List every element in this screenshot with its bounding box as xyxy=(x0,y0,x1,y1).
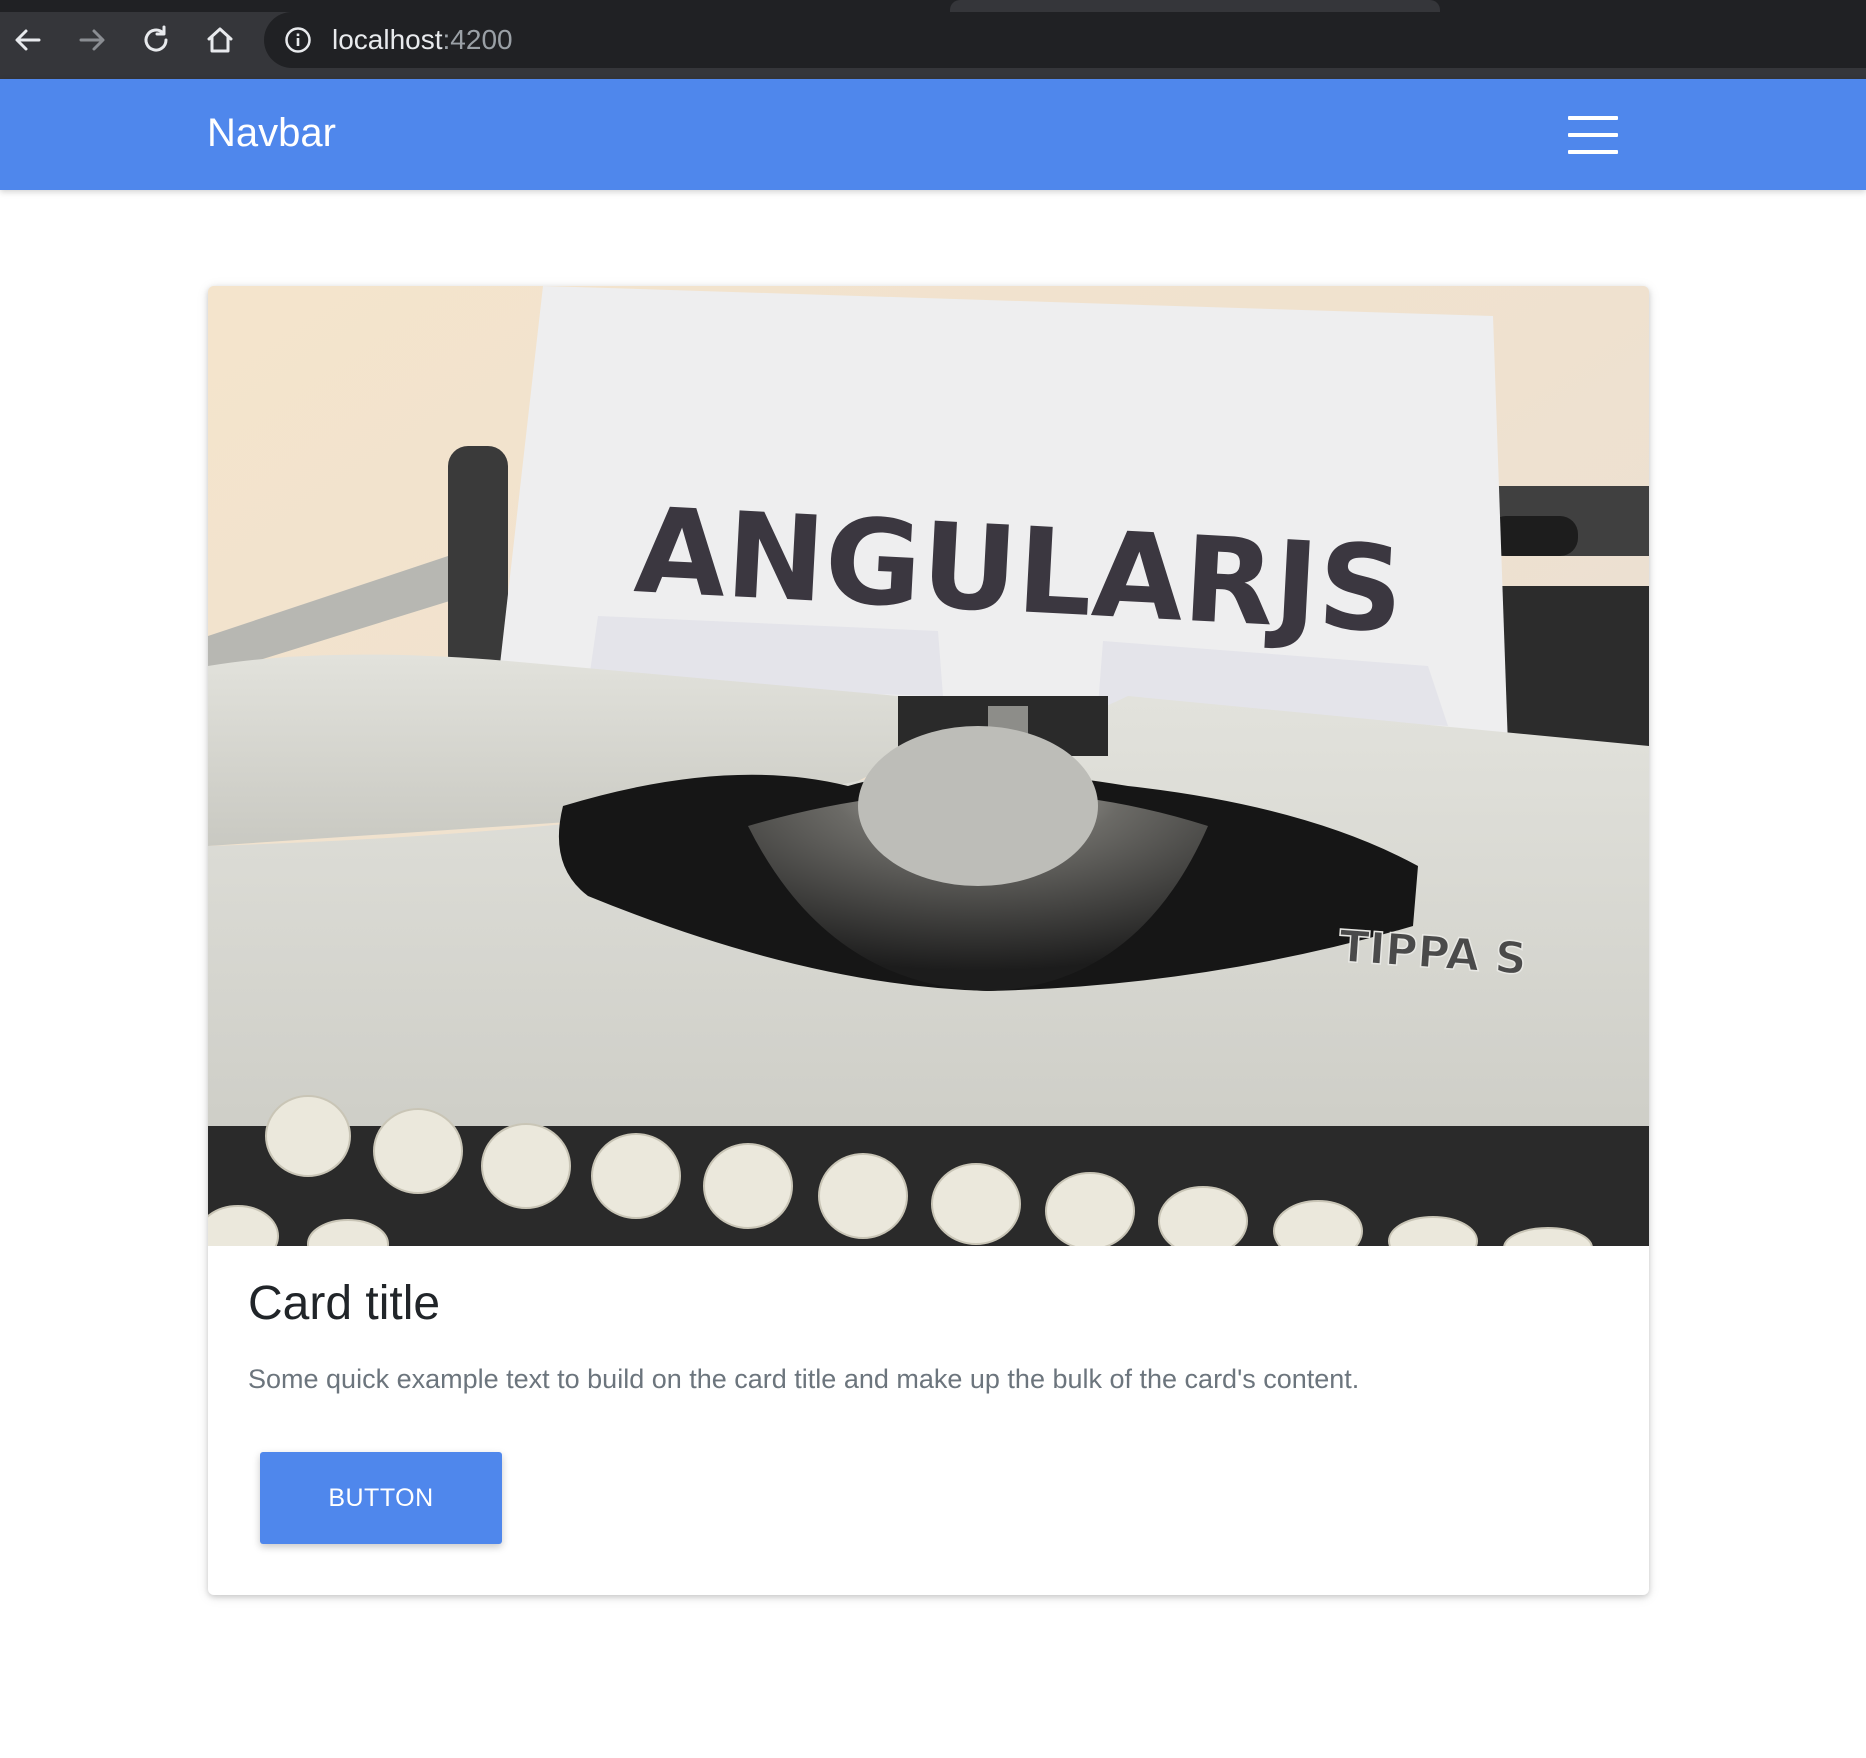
hamburger-line xyxy=(1568,150,1618,154)
navbar: Navbar xyxy=(0,79,1866,190)
card-body: Card title Some quick example text to bu… xyxy=(208,1246,1649,1595)
active-tab[interactable] xyxy=(950,0,1440,12)
tab-strip xyxy=(0,0,1866,12)
primary-button[interactable]: BUTTON xyxy=(260,1452,502,1544)
typewriter-illustration: ANGULARJS TIPPA S xyxy=(208,286,1649,1246)
back-arrow-icon[interactable] xyxy=(6,18,50,62)
navbar-brand[interactable]: Navbar xyxy=(207,109,336,157)
hamburger-line xyxy=(1568,133,1618,137)
hamburger-line xyxy=(1568,116,1618,120)
card-text: Some quick example text to build on the … xyxy=(248,1364,1360,1394)
url-port: :4200 xyxy=(442,24,513,55)
home-icon[interactable] xyxy=(198,18,242,62)
url-text[interactable]: localhost:4200 xyxy=(332,26,513,54)
reload-icon[interactable] xyxy=(134,18,178,62)
site-info-icon[interactable] xyxy=(284,26,312,54)
address-bar[interactable]: localhost:4200 xyxy=(264,12,1866,68)
browser-toolbar: localhost:4200 xyxy=(0,0,1866,79)
card-title: Card title xyxy=(248,1277,441,1330)
hamburger-menu-icon[interactable] xyxy=(1565,113,1623,157)
forward-arrow-icon[interactable] xyxy=(70,18,114,62)
card-image: ANGULARJS TIPPA S xyxy=(208,286,1649,1246)
card: ANGULARJS TIPPA S Card title Some quick … xyxy=(208,286,1649,1595)
url-host: localhost xyxy=(332,24,443,55)
